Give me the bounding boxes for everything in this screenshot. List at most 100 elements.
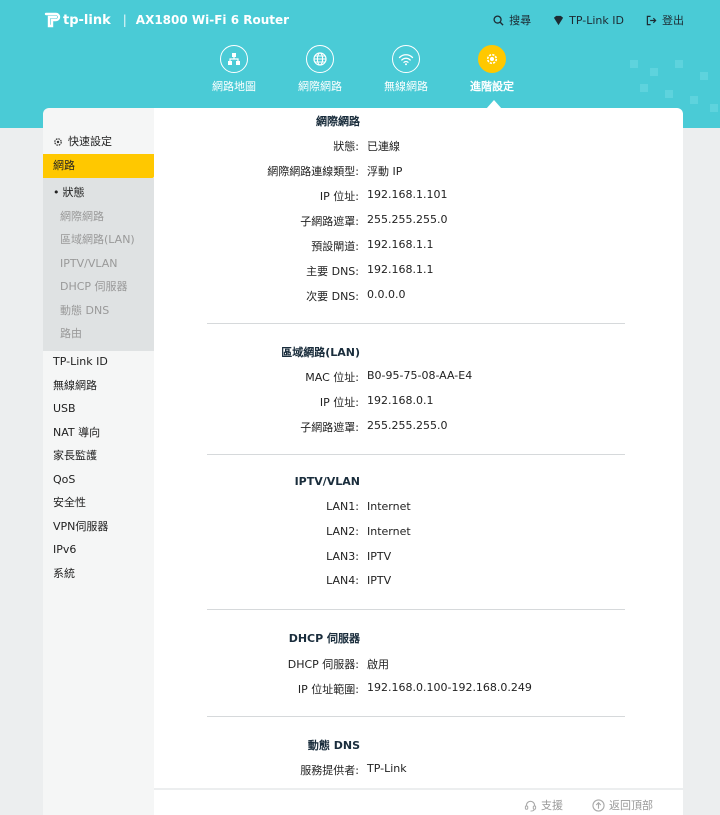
row-value: 192.168.1.101 xyxy=(367,188,448,201)
row-value: 192.168.0.1 xyxy=(367,394,434,407)
brand-separator: | xyxy=(122,13,127,27)
row-key: 子網路遮罩: xyxy=(300,421,359,434)
wifi-icon xyxy=(398,54,414,66)
sidebar-sub-internet[interactable]: 網際網路 xyxy=(43,205,154,229)
logout-link[interactable]: 登出 xyxy=(646,12,684,28)
row-value: 255.255.255.0 xyxy=(367,213,448,226)
row-value: TP-Link xyxy=(367,762,407,775)
sidebar-main-list: TP-Link ID 無線網路 USB NAT 導向 家長監護 QoS 安全性 … xyxy=(43,350,154,585)
row-key: IP 位址範圍: xyxy=(297,683,359,696)
row-key: 次要 DNS: xyxy=(306,290,359,303)
tplink-id-label: TP-Link ID xyxy=(569,13,624,27)
row-value: 192.168.1.1 xyxy=(367,263,434,276)
row-key: 狀態: xyxy=(333,140,359,153)
sidebar-item-system[interactable]: 系統 xyxy=(43,562,154,586)
info-row: 子網路遮罩: 255.255.255.0 xyxy=(154,419,683,434)
back-to-top-link[interactable]: 返回頂部 xyxy=(592,797,653,813)
info-row: 主要 DNS: 192.168.1.1 xyxy=(154,263,683,278)
sidebar-item-vpn[interactable]: VPN伺服器 xyxy=(43,515,154,539)
support-link[interactable]: 支援 xyxy=(524,797,563,813)
tab-advanced[interactable]: 進階設定 xyxy=(452,45,532,94)
row-value: IPTV xyxy=(367,550,392,563)
logout-label: 登出 xyxy=(662,14,684,27)
sidebar-sub-dhcp[interactable]: DHCP 伺服器 xyxy=(43,275,154,299)
info-row: 服務提供者: TP-Link xyxy=(154,762,683,777)
sidebar-item-usb[interactable]: USB xyxy=(43,397,154,421)
info-row: LAN1: Internet xyxy=(154,500,683,514)
sidebar-sub-ddns[interactable]: 動態 DNS xyxy=(43,299,154,323)
sidebar-item-tplink-id[interactable]: TP-Link ID xyxy=(43,350,154,374)
row-key: 主要 DNS: xyxy=(306,265,359,278)
section-divider xyxy=(207,454,625,455)
row-key: 預設閘道: xyxy=(311,240,359,253)
sidebar-sub-routing[interactable]: 路由 xyxy=(43,322,154,346)
model-name: AX1800 Wi-Fi 6 Router xyxy=(135,13,290,27)
tplink-logo[interactable]: tp-link xyxy=(43,11,111,29)
tplink-id-link[interactable]: TP-Link ID xyxy=(553,12,624,28)
sidebar: 快速設定 網路 狀態 網際網路 區域網路(LAN) IPTV/VLAN DHCP… xyxy=(43,108,154,815)
tab-circle xyxy=(392,45,420,73)
info-row: 次要 DNS: 0.0.0.0 xyxy=(154,288,683,303)
network-map-icon xyxy=(228,53,240,65)
tab-circle xyxy=(220,45,248,73)
row-value: 0.0.0.0 xyxy=(367,288,406,301)
row-value: 啟用 xyxy=(367,658,389,671)
sidebar-item-security[interactable]: 安全性 xyxy=(43,491,154,515)
tab-advanced-label: 進階設定 xyxy=(470,80,514,93)
sidebar-sub-status[interactable]: 狀態 xyxy=(43,181,154,205)
info-row: IP 位址範圍: 192.168.0.100-192.168.0.249 xyxy=(154,681,683,696)
section-divider xyxy=(207,716,625,717)
info-row: IP 位址: 192.168.0.1 xyxy=(154,394,683,409)
section-title-ddns: 動態 DNS xyxy=(307,739,360,752)
info-row: 網際網路連線類型: 浮動 IP xyxy=(154,163,683,178)
sidebar-item-quick-setup[interactable]: 快速設定 xyxy=(43,130,154,154)
top-links: 搜尋 TP-Link ID 登出 xyxy=(493,12,684,28)
tplink-id-icon xyxy=(554,15,564,25)
row-value: 192.168.0.100-192.168.0.249 xyxy=(367,681,532,694)
sidebar-sub-iptv[interactable]: IPTV/VLAN xyxy=(43,252,154,276)
gear-icon xyxy=(486,53,498,65)
info-row: LAN3: IPTV xyxy=(154,550,683,564)
sidebar-item-label: 快速設定 xyxy=(68,135,112,148)
row-key: LAN3: xyxy=(326,550,359,563)
tab-network-map-label: 網路地圖 xyxy=(212,80,256,93)
section-title-iptv: IPTV/VLAN xyxy=(294,475,360,488)
tab-internet[interactable]: 網際網路 xyxy=(280,45,360,94)
row-value: Internet xyxy=(367,525,411,538)
section-divider xyxy=(207,323,625,324)
info-row: LAN2: Internet xyxy=(154,525,683,539)
row-key: 網際網路連線類型: xyxy=(267,165,359,178)
row-key: LAN2: xyxy=(326,525,359,538)
sidebar-item-wireless[interactable]: 無線網路 xyxy=(43,374,154,398)
arrow-up-circle-icon xyxy=(592,798,605,812)
section-title-internet: 網際網路 xyxy=(316,115,360,128)
tab-wireless-label: 無線網路 xyxy=(384,80,428,93)
info-row: 狀態: 已連線 xyxy=(154,138,683,153)
search-label: 搜尋 xyxy=(509,14,532,27)
row-key: IP 位址: xyxy=(319,190,359,203)
row-key: LAN4: xyxy=(326,574,359,587)
info-row: 預設閘道: 192.168.1.1 xyxy=(154,238,683,253)
section-title-lan: 區域網路(LAN) xyxy=(281,346,360,359)
sidebar-item-qos[interactable]: QoS xyxy=(43,468,154,492)
info-row: 子網路遮罩: 255.255.255.0 xyxy=(154,213,683,228)
sidebar-sub-lan[interactable]: 區域網路(LAN) xyxy=(43,228,154,252)
sidebar-item-parental[interactable]: 家長監護 xyxy=(43,444,154,468)
info-row: IP 位址: 192.168.1.101 xyxy=(154,188,683,203)
section-title-dhcp: DHCP 伺服器 xyxy=(288,632,360,645)
row-key: LAN1: xyxy=(326,500,359,513)
sidebar-item-ipv6[interactable]: IPv6 xyxy=(43,538,154,562)
row-key: 服務提供者: xyxy=(300,764,359,777)
search-link[interactable]: 搜尋 xyxy=(493,12,531,28)
section-divider xyxy=(207,609,625,610)
info-row: DHCP 伺服器: 啟用 xyxy=(154,656,683,671)
row-key: MAC 位址: xyxy=(305,371,359,384)
info-row: LAN4: IPTV xyxy=(154,574,683,588)
row-value: 浮動 IP xyxy=(367,165,403,178)
sidebar-item-network[interactable]: 網路 xyxy=(43,154,154,178)
sidebar-item-nat[interactable]: NAT 導向 xyxy=(43,421,154,445)
tab-wireless[interactable]: 無線網路 xyxy=(366,45,446,94)
tab-internet-label: 網際網路 xyxy=(298,80,342,93)
gear-icon xyxy=(54,137,62,146)
tab-network-map[interactable]: 網路地圖 xyxy=(194,45,274,94)
